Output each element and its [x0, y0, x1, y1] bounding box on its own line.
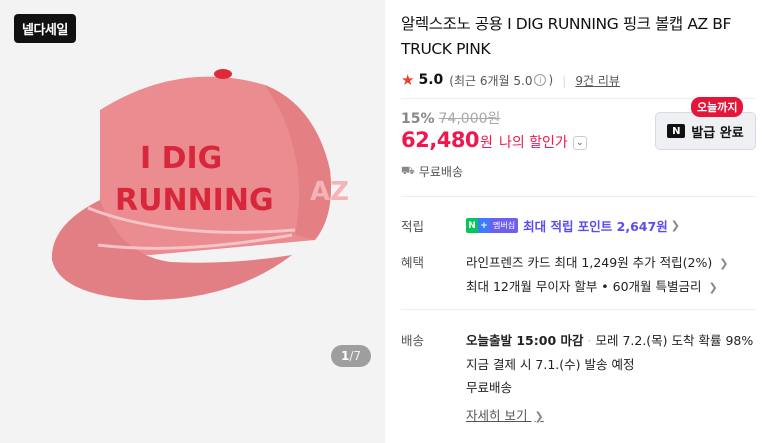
arrival-estimate: 모레 7.2.(목) 도착 확률 98% [595, 333, 754, 348]
chevron-right-icon: ❯ [719, 257, 729, 270]
recent-rating-suffix: ) [548, 73, 554, 87]
points-text: 최대 적립 포인트 2,647원 [523, 219, 668, 234]
divider [401, 309, 756, 310]
points-row[interactable]: N + 멤버십 최대 적립 포인트 2,647원 ❯ [466, 216, 680, 235]
naver-n-icon: N [466, 218, 478, 233]
rating-score: 5.0 [418, 72, 444, 88]
sale-badge: 넽다세일 [14, 14, 76, 43]
product-image-panel[interactable]: 넽다세일 I DIG RUNNING AZ 1 /7 [0, 0, 385, 443]
shipping-summary: ⛟ 무료배송 [401, 163, 463, 180]
dispatch-schedule: 지금 결제 시 7.1.(수) 발송 예정 [466, 357, 635, 372]
points-label: 적립 [401, 219, 425, 234]
delivery-today: 오늘출발 15:00 마감 · 모레 7.2.(목) 도착 확률 98% [466, 330, 753, 349]
coupon-button[interactable]: N 발급 완료 [655, 112, 756, 150]
truck-icon: ⛟ [401, 164, 415, 177]
discount-row: 15% 74,000원 [401, 108, 500, 128]
cap-text-line1: I DIG [140, 141, 222, 176]
cap-side-text: AZ [310, 177, 349, 207]
chevron-down-icon[interactable]: ⌄ [572, 136, 587, 150]
membership-label: 멤버십 [490, 218, 519, 233]
delivery-label: 배송 [401, 333, 425, 348]
rating-row: ★ 5.0 (최근 6개월 5.0 i ) | 9건 리뷰 [401, 71, 620, 89]
today-only-tag: 오늘까지 [691, 97, 744, 117]
review-count-link[interactable]: 9건 리뷰 [575, 72, 620, 89]
delivery-detail-text: 자세히 보기 [466, 408, 528, 423]
pager-current: 1 [340, 349, 350, 363]
shipping-summary-text: 무료배송 [418, 165, 464, 179]
naver-n-icon: N [667, 124, 686, 138]
divider [401, 196, 756, 197]
coupon-label: 발급 완료 [691, 125, 744, 141]
image-pager: 1 /7 [331, 345, 371, 367]
pager-total: /7 [349, 349, 362, 363]
benefit-installment-text: 최대 12개월 무이자 할부 • 60개월 특별금리 [466, 279, 702, 294]
rating-separator: | [562, 72, 567, 88]
discount-rate: 15% [401, 111, 435, 127]
chevron-right-icon: ❯ [708, 281, 718, 294]
chevron-right-icon: ❯ [534, 410, 544, 423]
price-row: 62,480 원 나의 할인가 ⌄ [401, 128, 587, 152]
delivery-detail-link[interactable]: 자세히 보기 ❯ [466, 405, 544, 424]
today-dispatch: 오늘출발 15:00 마감 [466, 333, 584, 348]
cap-text-line2: RUNNING [115, 183, 274, 218]
benefits-label: 혜택 [401, 255, 425, 270]
sale-price: 62,480 [401, 128, 480, 152]
benefit-installment[interactable]: 최대 12개월 무이자 할부 • 60개월 특별금리 ❯ [466, 276, 718, 295]
separator-dot: · [587, 333, 592, 348]
my-price-label[interactable]: 나의 할인가 [499, 132, 568, 152]
product-title: 알렉스조노 공용 I DIG RUNNING 핑크 볼캡 AZ BF TRUCK… [401, 15, 732, 58]
free-shipping: 무료배송 [466, 380, 513, 395]
benefit-card[interactable]: 라인프렌즈 카드 최대 1,249원 추가 적립(2%) ❯ [466, 252, 728, 271]
product-image-cap: I DIG RUNNING AZ [51, 69, 349, 301]
info-icon[interactable]: i [534, 74, 547, 86]
original-price: 74,000원 [438, 111, 501, 127]
chevron-right-icon: ❯ [670, 219, 680, 232]
naver-plus-badge: N + 멤버십 [466, 218, 519, 233]
benefit-card-text: 라인프렌즈 카드 최대 1,249원 추가 적립(2%) [466, 255, 713, 270]
currency-label: 원 [480, 135, 493, 151]
recent-rating-prefix: (최근 6개월 5.0 [449, 73, 533, 88]
plus-icon: + [478, 218, 490, 233]
star-icon: ★ [401, 71, 415, 89]
